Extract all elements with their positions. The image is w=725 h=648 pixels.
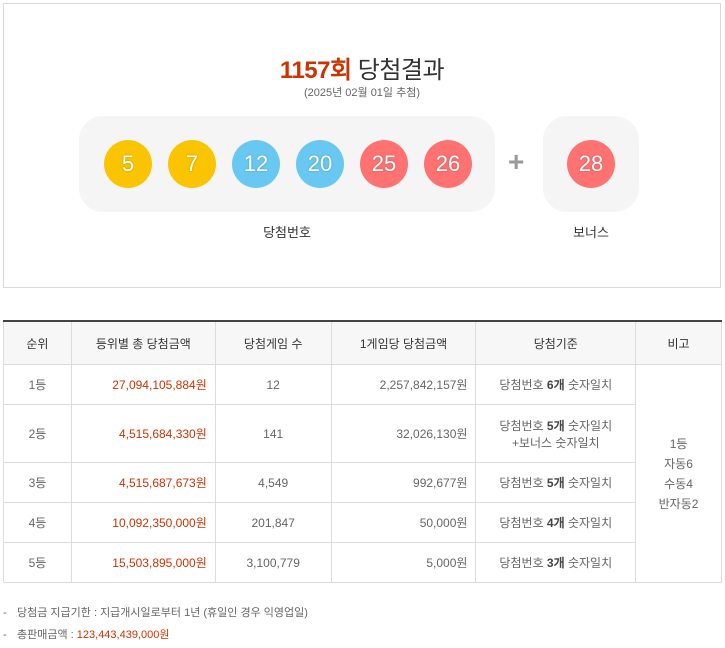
criteria-count: 4개 <box>546 516 565 530</box>
per-game-cell: 50,000원 <box>330 502 477 543</box>
winning-numbers-panel: 5 7 12 20 25 26 <box>79 116 495 212</box>
winning-numbers-label: 당첨번호 <box>263 225 311 240</box>
criteria-suffix: 숫자일치 <box>564 378 613 392</box>
total-sales-label: 총판매금액 : <box>17 629 77 641</box>
criteria-cell: 당첨번호 5개 숫자일치 <box>475 462 637 503</box>
bullet-dash: - <box>3 607 7 619</box>
criteria-prefix: 당첨번호 <box>499 378 547 392</box>
rank-cell: 2등 <box>3 404 72 463</box>
table-row: 3등 4,515,687,673원 4,549 992,677원 당첨번호 5개… <box>3 462 722 503</box>
per-game-cell: 32,026,130원 <box>330 404 477 463</box>
table-header-row: 순위 등위별 총 당첨금액 당첨게임 수 1게임당 당첨금액 당첨기준 비고 <box>3 321 722 365</box>
rank-cell: 1등 <box>3 364 72 405</box>
per-game-cell: 992,677원 <box>330 462 477 503</box>
bonus-ball: 28 <box>567 140 615 188</box>
criteria-suffix: 숫자일치 <box>564 418 613 433</box>
criteria-prefix: 당첨번호 <box>499 556 547 570</box>
games-cell: 201,847 <box>214 502 332 543</box>
round-number: 1157회 <box>279 57 352 84</box>
table-row: 1등 27,094,105,884원 12 2,257,842,157원 당첨번… <box>3 364 722 583</box>
table-row: 4등 10,092,350,000원 201,847 50,000원 당첨번호 … <box>3 502 722 543</box>
games-cell: 12 <box>214 364 332 405</box>
criteria-cell: 당첨번호 3개 숫자일치 <box>475 542 637 583</box>
total-sales-value: 123,443,439,000원 <box>76 629 170 641</box>
rank-cell: 3등 <box>3 462 72 503</box>
table-row: 5등 15,503,895,000원 3,100,779 5,000원 당첨번호… <box>3 542 722 583</box>
draw-date: (2025년 02월 01일 추첨) <box>303 87 421 99</box>
criteria-cell: 당첨번호 5개 숫자일치 +보너스 숫자일치 <box>475 404 637 463</box>
note-line: 1등 <box>669 436 688 451</box>
total-prize-cell: 4,515,684,330원 <box>70 404 216 463</box>
note-line: 자동6 <box>664 456 693 471</box>
header-criteria: 당첨기준 <box>475 321 637 365</box>
plus-sign: + <box>508 146 525 177</box>
criteria-suffix: 숫자일치 <box>564 476 613 490</box>
number-ball: 26 <box>424 140 472 188</box>
criteria-count: 3개 <box>546 556 565 570</box>
total-prize-cell: 10,092,350,000원 <box>70 502 216 543</box>
number-ball: 25 <box>360 140 408 188</box>
number-ball: 5 <box>104 140 152 188</box>
criteria-line2: +보너스 숫자일치 <box>511 435 600 450</box>
header-winning-games: 당첨게임 수 <box>214 321 332 365</box>
criteria-prefix: 당첨번호 <box>499 476 547 490</box>
bonus-label: 보너스 <box>573 225 609 240</box>
note-line: 반자동2 <box>658 496 699 511</box>
number-ball: 7 <box>168 140 216 188</box>
criteria-cell: 당첨번호 4개 숫자일치 <box>475 502 637 543</box>
page-title: 1157회 당첨결과 <box>4 50 720 85</box>
per-game-cell: 2,257,842,157원 <box>330 364 477 405</box>
payment-deadline-text: 당첨금 지급기한 : 지급개시일로부터 1년 (휴일인 경우 익영업일) <box>17 607 308 619</box>
bullet-dash: - <box>3 629 7 641</box>
total-prize-cell: 4,515,687,673원 <box>70 462 216 503</box>
note-cell: 1등 자동6 수동4 반자동2 <box>635 364 722 583</box>
table-row: 2등 4,515,684,330원 141 32,026,130원 당첨번호 5… <box>3 404 722 463</box>
games-cell: 3,100,779 <box>214 542 332 583</box>
criteria-suffix: 숫자일치 <box>564 556 613 570</box>
header-rank: 순위 <box>3 321 72 365</box>
criteria-prefix: 당첨번호 <box>499 516 547 530</box>
header-prize-per-game: 1게임당 당첨금액 <box>330 321 477 365</box>
games-cell: 141 <box>214 404 332 463</box>
number-ball: 20 <box>296 140 344 188</box>
criteria-suffix: 숫자일치 <box>564 516 613 530</box>
header-note: 비고 <box>635 321 722 365</box>
number-ball: 12 <box>232 140 280 188</box>
criteria-prefix: 당첨번호 <box>499 418 547 433</box>
bonus-number-panel: 28 <box>543 116 639 212</box>
rank-cell: 5등 <box>3 542 72 583</box>
criteria-count: 6개 <box>546 378 565 392</box>
rank-cell: 4등 <box>3 502 72 543</box>
footnotes: - 당첨금 지급기한 : 지급개시일로부터 1년 (휴일인 경우 익영업일) -총… <box>3 604 308 648</box>
note-line: 수동4 <box>664 476 693 491</box>
prize-table: 순위 등위별 총 당첨금액 당첨게임 수 1게임당 당첨금액 당첨기준 비고 1… <box>3 320 722 583</box>
games-cell: 4,549 <box>214 462 332 503</box>
total-prize-cell: 15,503,895,000원 <box>70 542 216 583</box>
criteria-cell: 당첨번호 6개 숫자일치 <box>475 364 637 405</box>
title-suffix: 당첨결과 <box>357 57 445 84</box>
criteria-count: 5개 <box>546 418 565 433</box>
payment-deadline-note: - 당첨금 지급기한 : 지급개시일로부터 1년 (휴일인 경우 익영업일) <box>3 604 308 626</box>
total-prize-cell: 27,094,105,884원 <box>70 364 216 405</box>
criteria-count: 5개 <box>546 476 565 490</box>
per-game-cell: 5,000원 <box>330 542 477 583</box>
header-total-prize: 등위별 총 당첨금액 <box>70 321 216 365</box>
